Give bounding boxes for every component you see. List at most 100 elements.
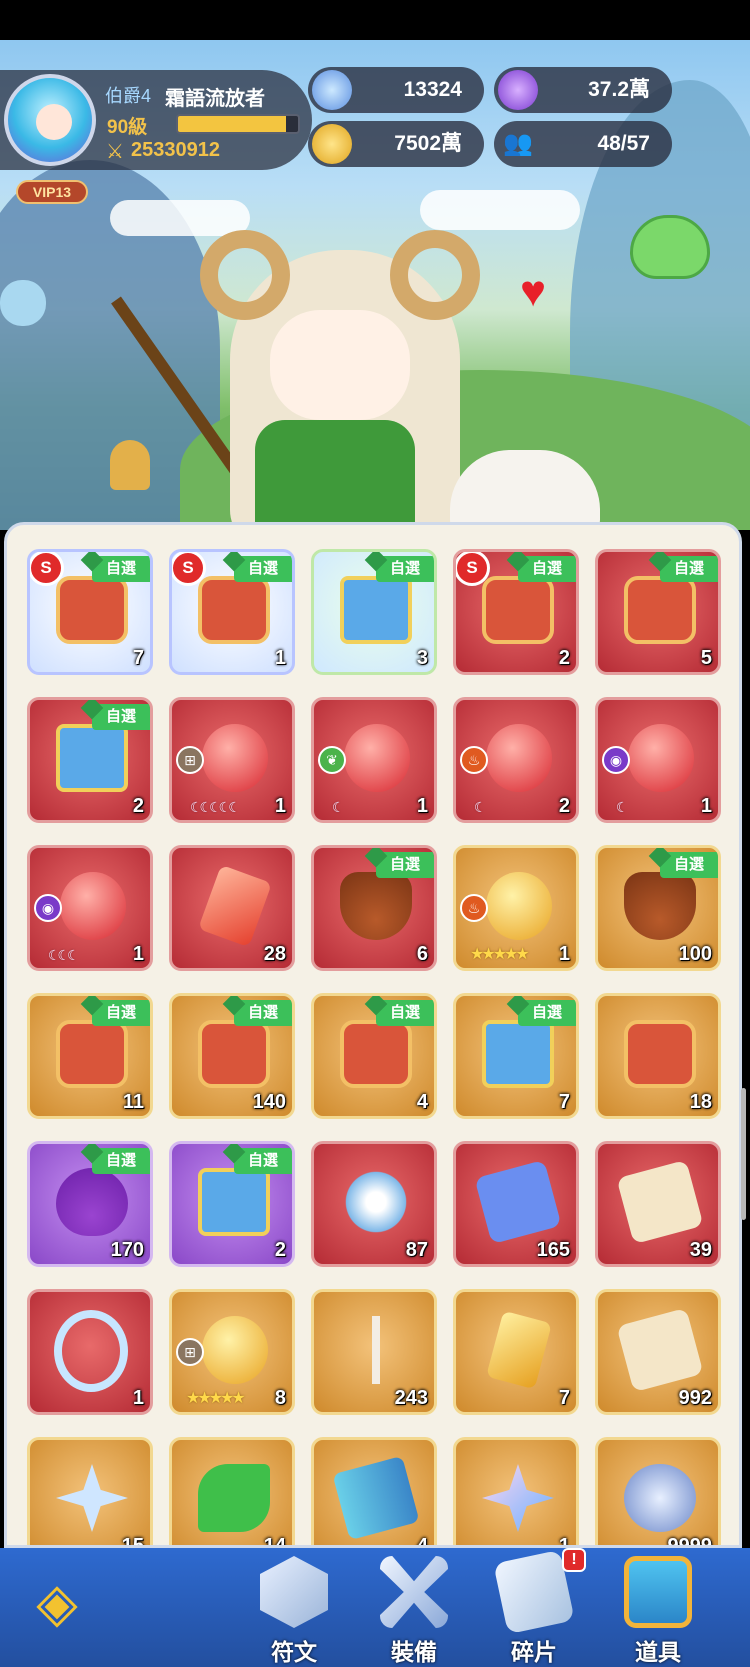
player-avatar[interactable] — [4, 74, 96, 166]
inventory-item[interactable]: 243 — [311, 1289, 437, 1415]
inventory-item[interactable]: 自選 2 — [169, 1141, 295, 1267]
inventory-item[interactable]: 自選 11 — [27, 993, 153, 1119]
inventory-item[interactable]: ⊞ ☾☾☾☾☾ 1 — [169, 697, 295, 823]
inventory-item[interactable]: 165 — [453, 1141, 579, 1267]
item-quantity: 39 — [689, 1239, 712, 1261]
item-quantity: 8 — [274, 1387, 286, 1409]
inventory-item[interactable]: 39 — [595, 1141, 721, 1267]
inventory-item[interactable]: 992 — [595, 1289, 721, 1415]
inventory-item[interactable]: 4 — [311, 1437, 437, 1548]
item-quantity: 15 — [121, 1535, 144, 1548]
ticket2-icon — [616, 1307, 704, 1393]
item-quantity: 2 — [558, 647, 570, 669]
inventory-item[interactable]: 自選 3 — [311, 549, 437, 675]
splus-rarity-badge: S — [172, 552, 206, 586]
inventory-item[interactable]: 自選 S 7 — [27, 549, 153, 675]
inventory-item[interactable]: 87 — [311, 1141, 437, 1267]
item-quantity: 1 — [416, 795, 428, 817]
selectable-tag: 自選 — [234, 1148, 292, 1174]
item-quantity: 5 — [700, 647, 712, 669]
box-icon — [624, 1020, 696, 1088]
item-quantity: 170 — [110, 1239, 144, 1261]
inventory-item[interactable]: 自選 170 — [27, 1141, 153, 1267]
ram-horn-left — [200, 230, 290, 320]
vip-badge[interactable]: VIP13 — [16, 180, 88, 204]
tab-items[interactable]: 道具 — [600, 1552, 716, 1667]
combat-power-icon: ⚔ — [106, 141, 124, 163]
inventory-scrollbar[interactable] — [741, 1088, 746, 1220]
splus-rarity-badge: S — [30, 552, 64, 586]
tab-equipment[interactable]: 裝備 — [356, 1552, 472, 1667]
item-quantity: 14 — [263, 1535, 286, 1548]
eye-element-icon: ◉ — [602, 746, 630, 774]
inventory-item[interactable]: 15 — [27, 1437, 153, 1548]
selectable-tag: 自選 — [92, 1000, 150, 1026]
item-quantity: 4 — [416, 1535, 428, 1548]
inventory-item[interactable]: 18 — [595, 993, 721, 1119]
inventory-item[interactable]: 自選 140 — [169, 993, 295, 1119]
tab-runes-label: 符文 — [271, 1639, 317, 1665]
inventory-item[interactable]: 自選 2 — [27, 697, 153, 823]
members-counter[interactable]: 👥 48/57 — [494, 121, 672, 167]
item-quantity: 165 — [536, 1239, 570, 1261]
item-quantity: 1 — [274, 795, 286, 817]
item-quantity: 2 — [132, 795, 144, 817]
members-value: 48/57 — [597, 132, 650, 155]
orb-icon — [486, 724, 552, 792]
inventory-item[interactable]: 自選 6 — [311, 845, 437, 971]
inventory-item[interactable]: 1 — [453, 1437, 579, 1545]
back-arrow-icon[interactable]: ◈ — [22, 1568, 92, 1638]
orb-value: 37.2萬 — [588, 78, 650, 101]
gold-counter[interactable]: 7502萬 — [308, 121, 484, 167]
item-quantity: 87 — [405, 1239, 428, 1261]
moon-pips: ☾☾☾☾☾ — [190, 799, 241, 815]
box-icon — [482, 576, 554, 644]
inventory-panel: 自選 S 7 自選 S 1 自選 3 自選 S 2 自選 5 自選 2 ⊞ ☾☾☾☾☾ 1 ❦ ☾ 1 ♨ ☾ 2 ◉ ☾ 1 ◉ ☾☾… — [4, 522, 742, 1548]
tab-runes[interactable]: 符文 — [236, 1552, 352, 1667]
leaf-icon — [198, 1464, 270, 1532]
card-icon — [332, 1455, 420, 1541]
inventory-item[interactable]: ◉ ☾☾☾ 1 — [27, 845, 153, 971]
inventory-item[interactable]: 自選 7 — [453, 993, 579, 1119]
hero-character[interactable] — [200, 220, 490, 530]
treasure-chest-icon — [624, 1556, 692, 1628]
orb-counter[interactable]: 37.2萬 — [494, 67, 672, 113]
inventory-item[interactable]: 1 — [27, 1289, 153, 1415]
inventory-item[interactable]: ◉ ☾ 1 — [595, 697, 721, 823]
tab-items-label: 道具 — [635, 1639, 681, 1665]
status-bar — [0, 0, 750, 40]
selectable-tag: 自選 — [518, 556, 576, 582]
selectable-tag: 自選 — [660, 852, 718, 878]
inventory-item[interactable]: 自選 5 — [595, 549, 721, 675]
item-quantity: 1 — [132, 1387, 144, 1409]
inventory-item[interactable]: ⊞ ★★★★★ 8 — [169, 1289, 295, 1415]
bell-icon — [110, 440, 150, 490]
inventory-item[interactable]: ❦ ☾ 1 — [311, 697, 437, 823]
hero-dress — [255, 420, 415, 530]
inventory-item[interactable]: 14 — [169, 1437, 295, 1548]
player-name: 霜語流放者 — [165, 88, 265, 110]
hero-face — [270, 310, 410, 420]
splus-rarity-badge: S — [456, 552, 490, 586]
bowl-icon — [340, 872, 412, 940]
inventory-item[interactable]: 自選 S 1 — [169, 549, 295, 675]
moon-pips: ☾ — [616, 799, 628, 815]
inventory-item[interactable]: 自選 S 2 — [453, 549, 579, 675]
star-rating: ★★★★★ — [186, 1390, 246, 1407]
selectable-tag: 自選 — [92, 1148, 150, 1174]
inventory-item[interactable]: 自選 100 — [595, 845, 721, 971]
item-quantity: 18 — [689, 1091, 712, 1113]
inventory-item[interactable]: 28 — [169, 845, 295, 971]
coral-icon — [372, 1316, 392, 1384]
moon-pips: ☾ — [332, 799, 344, 815]
inventory-item[interactable]: 9999 — [595, 1437, 721, 1545]
inventory-item[interactable]: 7 — [453, 1289, 579, 1415]
item-quantity: 3 — [416, 647, 428, 669]
people-icon: 👥 — [503, 130, 533, 157]
inventory-item[interactable]: ♨ ★★★★★ 1 — [453, 845, 579, 971]
inventory-item[interactable]: ♨ ☾ 2 — [453, 697, 579, 823]
star-gem-counter[interactable]: 13324 — [308, 67, 484, 113]
inventory-item[interactable]: 自選 4 — [311, 993, 437, 1119]
item-quantity: 2 — [558, 795, 570, 817]
item-quantity: 140 — [252, 1091, 286, 1113]
